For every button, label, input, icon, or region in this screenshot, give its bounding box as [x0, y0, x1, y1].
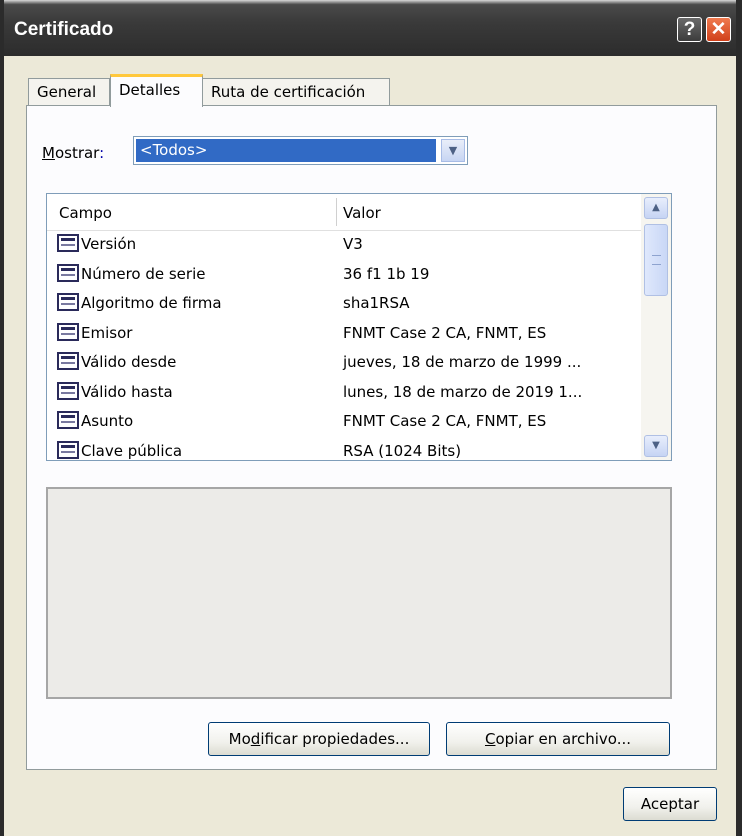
tab-detalles[interactable]: Detalles	[110, 74, 203, 107]
accept-button[interactable]: Aceptar	[623, 787, 717, 821]
vertical-scrollbar[interactable]: ▲ ▼	[641, 194, 671, 460]
column-divider[interactable]	[336, 198, 337, 226]
modify-label-post: ificar propiedades...	[260, 730, 410, 748]
list-row[interactable]: Versión V3	[47, 230, 641, 260]
close-button[interactable]: ✕	[706, 17, 731, 42]
grip-icon	[652, 255, 661, 265]
list-row[interactable]: Clave pública RSA (1024 Bits)	[47, 437, 641, 461]
mostrar-label: Mostrar:	[42, 144, 104, 162]
list-row[interactable]: Válido desde jueves, 18 de marzo de 1999…	[47, 348, 641, 378]
row-value: RSA (1024 Bits)	[343, 441, 462, 460]
modify-accesskey: d	[250, 730, 261, 748]
copy-label-post: opiar en archivo...	[495, 730, 632, 748]
row-value: lunes, 18 de marzo de 2019 1...	[343, 382, 583, 401]
column-header-campo[interactable]: Campo	[59, 204, 112, 222]
field-detail-box[interactable]	[46, 487, 672, 699]
mostrar-selected-value: <Todos>	[136, 139, 436, 162]
certificate-field-icon	[57, 234, 79, 252]
mostrar-accesskey: M	[42, 144, 55, 162]
dropdown-arrow-icon[interactable]: ▼	[441, 139, 465, 162]
mostrar-label-rest: ostrar	[54, 144, 100, 162]
row-value: sha1RSA	[343, 294, 410, 312]
row-field: Emisor	[81, 323, 133, 342]
column-header-valor[interactable]: Valor	[343, 204, 381, 222]
list-rows: Versión V3 Número de serie 36 f1 1b 19 A…	[47, 230, 641, 461]
certificate-field-icon	[57, 411, 79, 429]
window-title: Certificado	[14, 19, 114, 40]
row-field: Válido desde	[81, 353, 177, 371]
tab-ruta-certificacion[interactable]: Ruta de certificación	[202, 78, 390, 106]
list-row[interactable]: Asunto FNMT Case 2 CA, FNMT, ES	[47, 407, 641, 437]
scroll-up-arrow-icon[interactable]: ▲	[644, 197, 668, 219]
row-field: Versión	[81, 235, 137, 253]
help-button[interactable]: ?	[677, 17, 702, 42]
certificate-field-icon	[57, 352, 79, 370]
title-bar[interactable]: Certificado ? ✕	[4, 0, 736, 56]
list-row[interactable]: Número de serie 36 f1 1b 19	[47, 260, 641, 290]
modify-properties-button[interactable]: Modificar propiedades...	[208, 722, 430, 756]
certificate-field-icon	[57, 322, 79, 341]
row-value: FNMT Case 2 CA, FNMT, ES	[343, 412, 547, 430]
row-value: V3	[343, 235, 363, 253]
certificate-field-icon	[57, 381, 79, 400]
certificate-field-icon	[57, 293, 79, 311]
copy-to-file-button[interactable]: Copiar en archivo...	[446, 722, 670, 756]
list-row[interactable]: Emisor FNMT Case 2 CA, FNMT, ES	[47, 319, 641, 349]
certificate-field-icon	[57, 263, 79, 282]
row-value: FNMT Case 2 CA, FNMT, ES	[343, 323, 547, 342]
copy-accesskey: C	[484, 730, 496, 748]
scrollbar-thumb[interactable]	[644, 224, 668, 296]
row-field: Clave pública	[81, 441, 183, 460]
fields-listview[interactable]: Campo Valor Versión V3 Número de serie 3…	[46, 193, 672, 461]
row-value: 36 f1 1b 19	[343, 264, 430, 283]
certificate-field-icon	[57, 440, 79, 459]
mostrar-select[interactable]: <Todos> ▼	[133, 136, 468, 165]
row-field: Asunto	[81, 412, 134, 430]
tab-general[interactable]: General	[28, 78, 110, 106]
row-value: jueves, 18 de marzo de 1999 ...	[343, 353, 582, 371]
mostrar-colon: :	[99, 144, 105, 162]
list-row[interactable]: Válido hasta lunes, 18 de marzo de 2019 …	[47, 378, 641, 408]
row-field: Algoritmo de firma	[81, 294, 222, 312]
row-field: Válido hasta	[81, 382, 173, 401]
modify-label-pre: Mo	[228, 730, 251, 748]
list-row[interactable]: Algoritmo de firma sha1RSA	[47, 289, 641, 319]
row-field: Número de serie	[81, 264, 206, 283]
scroll-down-arrow-icon[interactable]: ▼	[644, 435, 668, 457]
list-header: Campo Valor	[47, 194, 641, 231]
